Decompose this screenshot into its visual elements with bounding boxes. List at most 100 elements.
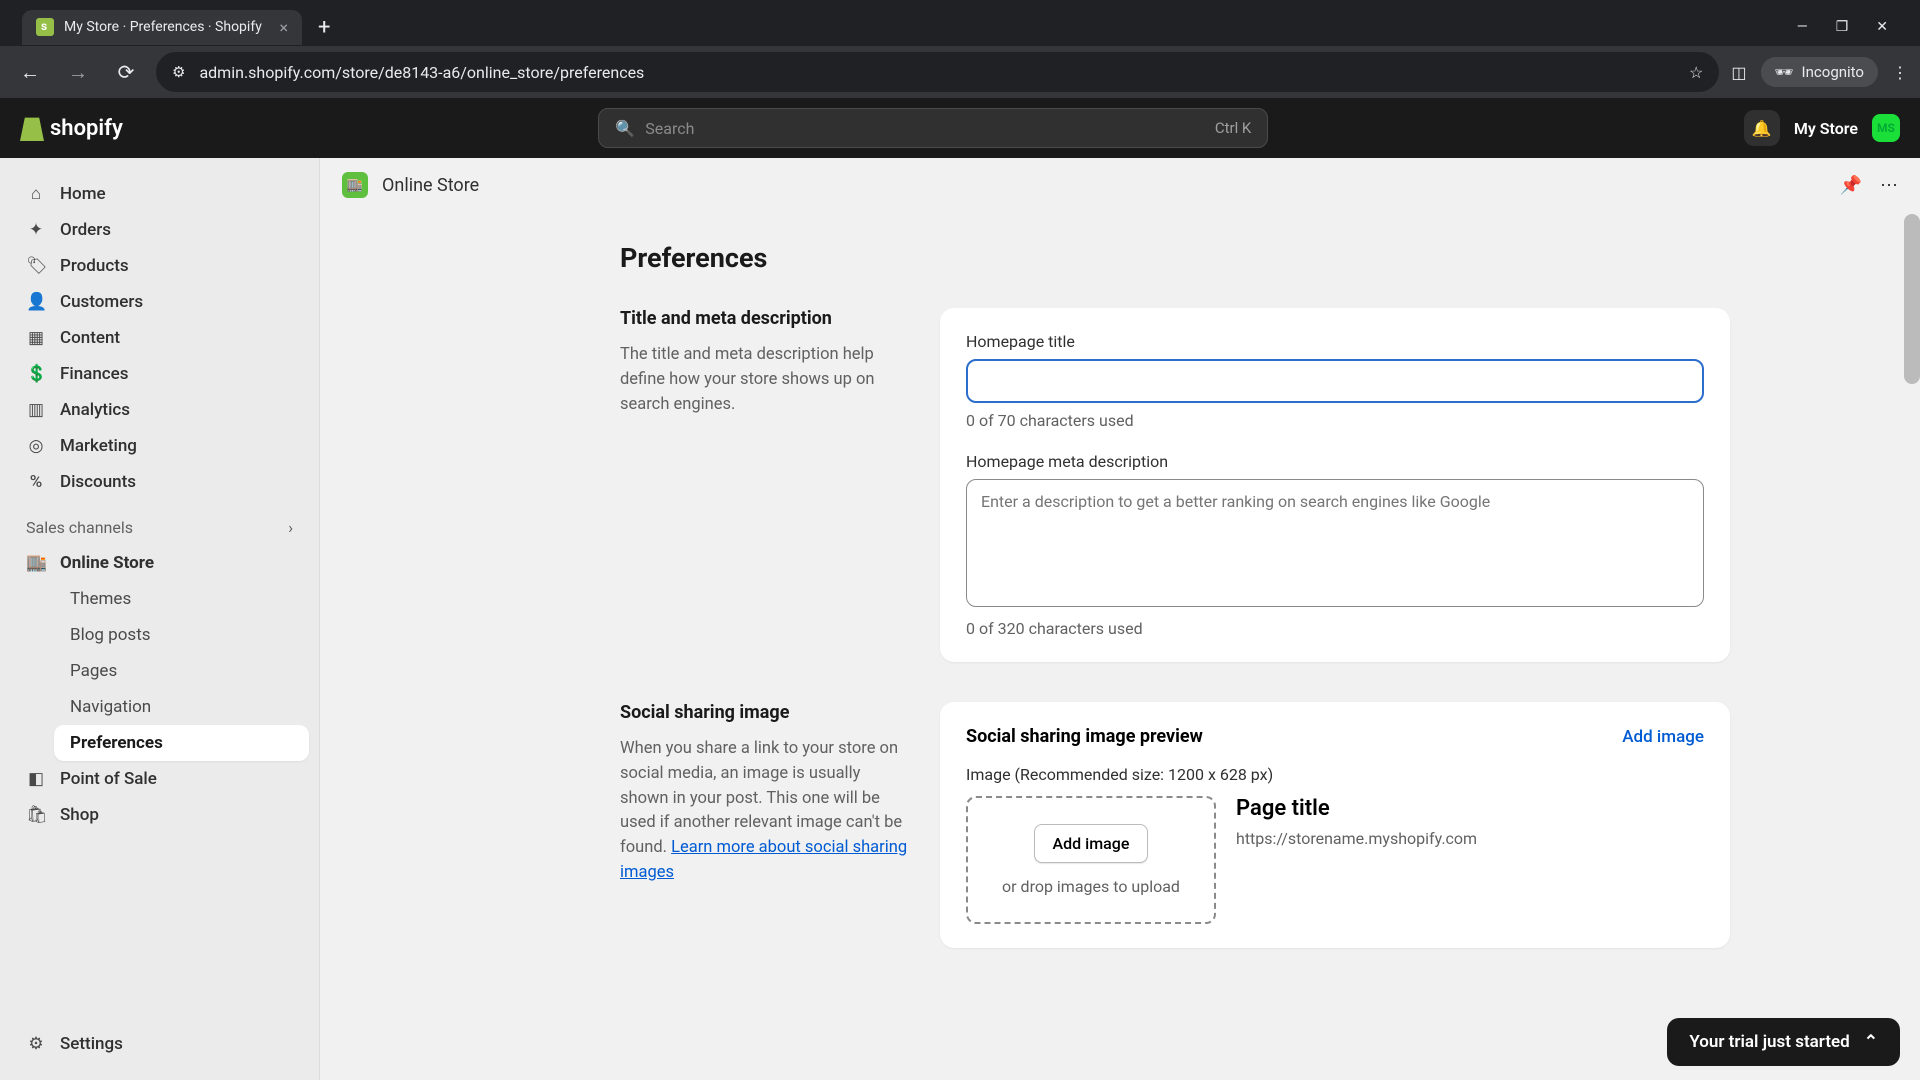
main-content: 🏬 Online Store 📌 ⋯ Preferences Title and… xyxy=(320,158,1920,1080)
incognito-icon: 🕶 xyxy=(1775,63,1794,81)
app-header: shopify 🔍 Search Ctrl K 🔔 My Store MS xyxy=(0,98,1920,158)
card-social: Social sharing image preview Add image I… xyxy=(940,702,1730,948)
meta-desc-input[interactable] xyxy=(966,479,1704,607)
address-bar[interactable]: ⚙ admin.shopify.com/store/de8143-a6/onli… xyxy=(156,52,1719,92)
more-icon[interactable]: ⋯ xyxy=(1880,175,1898,196)
store-icon: 🏬 xyxy=(26,553,46,573)
window-controls: — ❐ ✕ xyxy=(1797,19,1912,35)
sidebar-item-home[interactable]: ⌂Home xyxy=(10,176,309,212)
channel-icon: 🏬 xyxy=(342,172,368,198)
homepage-title-input[interactable] xyxy=(966,359,1704,403)
sidebar-subitem-blog-posts[interactable]: Blog posts xyxy=(54,617,309,653)
bookmark-icon[interactable]: ☆ xyxy=(1689,63,1703,82)
maximize-icon[interactable]: ❐ xyxy=(1836,19,1849,35)
sidebar-subitem-navigation[interactable]: Navigation xyxy=(54,689,309,725)
incognito-label: Incognito xyxy=(1802,63,1864,81)
page-title: Preferences xyxy=(620,242,1730,274)
search-icon: 🔍 xyxy=(615,119,635,138)
trial-banner[interactable]: Your trial just started ⌃ xyxy=(1667,1018,1900,1066)
sidebar-subitem-themes[interactable]: Themes xyxy=(54,581,309,617)
close-tab-icon[interactable]: × xyxy=(279,18,288,37)
shop-icon: 🛍 xyxy=(26,805,46,825)
section-desc-meta: The title and meta description help defi… xyxy=(620,343,910,417)
sidebar-item-orders[interactable]: ✦Orders xyxy=(10,212,309,248)
forward-button[interactable]: → xyxy=(60,54,96,90)
card-meta: Homepage title 0 of 70 characters used H… xyxy=(940,308,1730,662)
drop-text: or drop images to upload xyxy=(982,877,1200,896)
sidebar-item-customers[interactable]: 👤Customers xyxy=(10,284,309,320)
orders-icon: ✦ xyxy=(26,220,46,240)
store-avatar[interactable]: MS xyxy=(1872,114,1900,142)
reload-button[interactable]: ⟳ xyxy=(108,54,144,90)
trial-label: Your trial just started xyxy=(1689,1032,1849,1052)
sidebar-item-discounts[interactable]: %Discounts xyxy=(10,464,309,500)
close-window-icon[interactable]: ✕ xyxy=(1876,19,1888,35)
notifications-button[interactable]: 🔔 xyxy=(1744,110,1780,146)
minimize-icon[interactable]: — xyxy=(1797,19,1808,35)
home-icon: ⌂ xyxy=(26,184,46,204)
section-desc-social: When you share a link to your store on s… xyxy=(620,737,910,886)
gear-icon: ⚙ xyxy=(26,1034,46,1054)
store-name[interactable]: My Store xyxy=(1794,119,1858,138)
add-image-link[interactable]: Add image xyxy=(1622,727,1704,747)
sidebar-item-analytics[interactable]: ▥Analytics xyxy=(10,392,309,428)
bell-icon: 🔔 xyxy=(1752,119,1772,138)
new-tab-button[interactable]: + xyxy=(306,11,342,44)
sidebar-item-settings[interactable]: ⚙Settings xyxy=(10,1026,309,1062)
browser-menu-icon[interactable]: ⋮ xyxy=(1892,63,1908,82)
browser-toolbar: ← → ⟳ ⚙ admin.shopify.com/store/de8143-a… xyxy=(0,46,1920,98)
meta-desc-hint: 0 of 320 characters used xyxy=(966,619,1704,638)
sidebar-item-online-store[interactable]: 🏬Online Store xyxy=(10,545,309,581)
homepage-title-label: Homepage title xyxy=(966,332,1704,351)
finances-icon: 💲 xyxy=(26,364,46,384)
sidebar-item-finances[interactable]: 💲Finances xyxy=(10,356,309,392)
sidebar-subitem-preferences[interactable]: Preferences xyxy=(54,725,309,761)
pos-icon: ◧ xyxy=(26,769,46,789)
section-heading-meta: Title and meta description xyxy=(620,308,910,329)
search-placeholder: Search xyxy=(645,119,694,138)
tab-title: My Store · Preferences · Shopify xyxy=(64,19,262,35)
sidebar-item-pos[interactable]: ◧Point of Sale xyxy=(10,761,309,797)
browser-tab[interactable]: My Store · Preferences · Shopify × xyxy=(22,10,302,45)
url-text: admin.shopify.com/store/de8143-a6/online… xyxy=(199,63,644,82)
incognito-badge[interactable]: 🕶 Incognito xyxy=(1761,57,1879,87)
shopify-bag-icon xyxy=(20,115,44,141)
social-preview: Page title https://storename.myshopify.c… xyxy=(1236,796,1704,924)
recommended-size: Image (Recommended size: 1200 x 628 px) xyxy=(966,765,1704,784)
meta-desc-label: Homepage meta description xyxy=(966,452,1704,471)
image-dropzone[interactable]: Add image or drop images to upload xyxy=(966,796,1216,924)
scrollbar[interactable] xyxy=(1904,214,1920,384)
site-settings-icon[interactable]: ⚙ xyxy=(172,63,185,81)
favicon xyxy=(36,18,54,36)
target-icon: ◎ xyxy=(26,436,46,456)
pin-icon[interactable]: 📌 xyxy=(1840,175,1862,196)
sidebar-item-products[interactable]: 🏷Products xyxy=(10,248,309,284)
person-icon: 👤 xyxy=(26,292,46,312)
preview-page-title: Page title xyxy=(1236,796,1704,821)
content-icon: ▦ xyxy=(26,328,46,348)
preview-url: https://storename.myshopify.com xyxy=(1236,829,1704,848)
tab-strip: My Store · Preferences · Shopify × + — ❐… xyxy=(0,0,1920,46)
chevron-right-icon: › xyxy=(288,518,293,537)
shopify-logo[interactable]: shopify xyxy=(20,115,123,141)
sidebar-item-marketing[interactable]: ◎Marketing xyxy=(10,428,309,464)
side-panel-icon[interactable]: ◫ xyxy=(1731,63,1746,82)
sidebar-subitem-pages[interactable]: Pages xyxy=(54,653,309,689)
search-shortcut: Ctrl K xyxy=(1215,119,1252,137)
discount-icon: % xyxy=(26,472,46,492)
tag-icon: 🏷 xyxy=(26,256,46,276)
sidebar: ⌂Home ✦Orders 🏷Products 👤Customers ▦Cont… xyxy=(0,158,320,1080)
analytics-icon: ▥ xyxy=(26,400,46,420)
back-button[interactable]: ← xyxy=(12,54,48,90)
chevron-up-icon: ⌃ xyxy=(1864,1032,1878,1052)
card-title-social: Social sharing image preview xyxy=(966,726,1203,747)
sidebar-item-content[interactable]: ▦Content xyxy=(10,320,309,356)
sidebar-item-shop[interactable]: 🛍Shop xyxy=(10,797,309,833)
section-heading-social: Social sharing image xyxy=(620,702,910,723)
sidebar-section-sales-channels[interactable]: Sales channels › xyxy=(10,500,309,545)
homepage-title-hint: 0 of 70 characters used xyxy=(966,411,1704,430)
add-image-button[interactable]: Add image xyxy=(1034,824,1149,863)
search-input[interactable]: 🔍 Search Ctrl K xyxy=(598,108,1268,148)
channel-label: Online Store xyxy=(382,175,479,196)
page-header: 🏬 Online Store 📌 ⋯ xyxy=(320,158,1920,212)
